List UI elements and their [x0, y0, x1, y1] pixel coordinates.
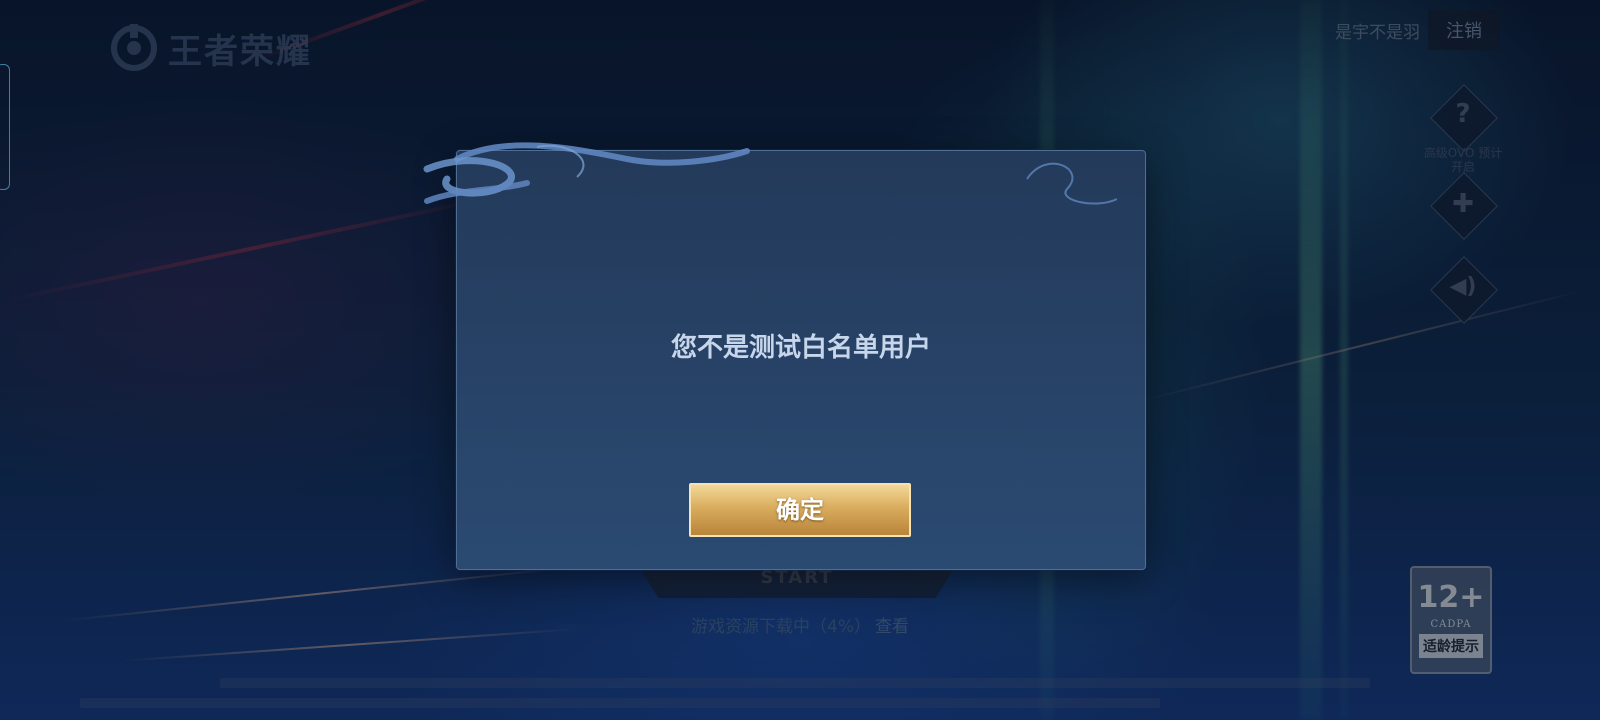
confirm-button[interactable]: 确定	[689, 483, 911, 537]
alert-dialog: 您不是测试白名单用户 确定	[423, 142, 1146, 570]
dialog-message: 您不是测试白名单用户	[670, 333, 931, 363]
dialog-decoration	[423, 142, 1117, 205]
